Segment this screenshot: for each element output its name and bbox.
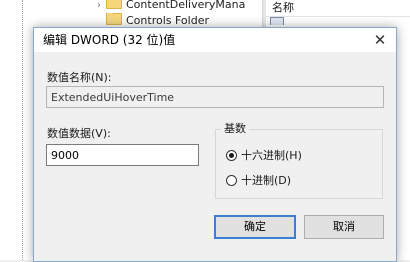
tree-item-controls-folder[interactable]: Controls Folder bbox=[106, 13, 209, 25]
value-name-label: 数值名称(N): bbox=[47, 71, 112, 84]
radio-icon[interactable] bbox=[226, 175, 237, 186]
close-icon[interactable]: ✕ bbox=[366, 28, 394, 52]
folder-icon bbox=[106, 13, 122, 25]
value-data-field[interactable] bbox=[46, 144, 199, 166]
tree-item-label: ContentDeliveryMana bbox=[126, 0, 246, 11]
column-header-label: 名称 bbox=[272, 1, 294, 14]
radio-decimal[interactable]: 十进制(D) bbox=[226, 173, 291, 189]
value-list-item[interactable] bbox=[270, 17, 288, 25]
dialog-titlebar[interactable]: 编辑 DWORD (32 位)值 ✕ bbox=[34, 28, 396, 52]
tree-guide-line bbox=[22, 0, 23, 260]
base-group-label: 基数 bbox=[221, 122, 249, 136]
cancel-button[interactable]: 取消 bbox=[304, 215, 384, 239]
radio-dec-label: 十进制(D) bbox=[241, 174, 292, 187]
registry-value-icon bbox=[270, 17, 284, 25]
base-groupbox: 基数 十六进制(H) 十进制(D) bbox=[215, 122, 383, 199]
dialog-title: 编辑 DWORD (32 位)值 bbox=[43, 33, 176, 47]
ok-button[interactable]: 确定 bbox=[214, 215, 296, 239]
folder-icon bbox=[106, 0, 122, 9]
value-name-field[interactable] bbox=[46, 86, 384, 108]
radio-hex-label: 十六进制(H) bbox=[241, 149, 302, 162]
radio-icon[interactable] bbox=[226, 150, 237, 161]
column-header-name[interactable]: 名称 bbox=[266, 0, 410, 17]
radio-hexadecimal[interactable]: 十六进制(H) bbox=[226, 148, 302, 164]
edit-dword-dialog: 编辑 DWORD (32 位)值 ✕ 数值名称(N): 数值数据(V): 基数 … bbox=[33, 27, 397, 262]
tree-item-content-delivery[interactable]: › ContentDeliveryMana bbox=[92, 0, 245, 11]
value-data-label: 数值数据(V): bbox=[47, 127, 111, 140]
chevron-right-icon[interactable]: › bbox=[92, 0, 106, 13]
tree-item-label: Controls Folder bbox=[126, 14, 209, 25]
